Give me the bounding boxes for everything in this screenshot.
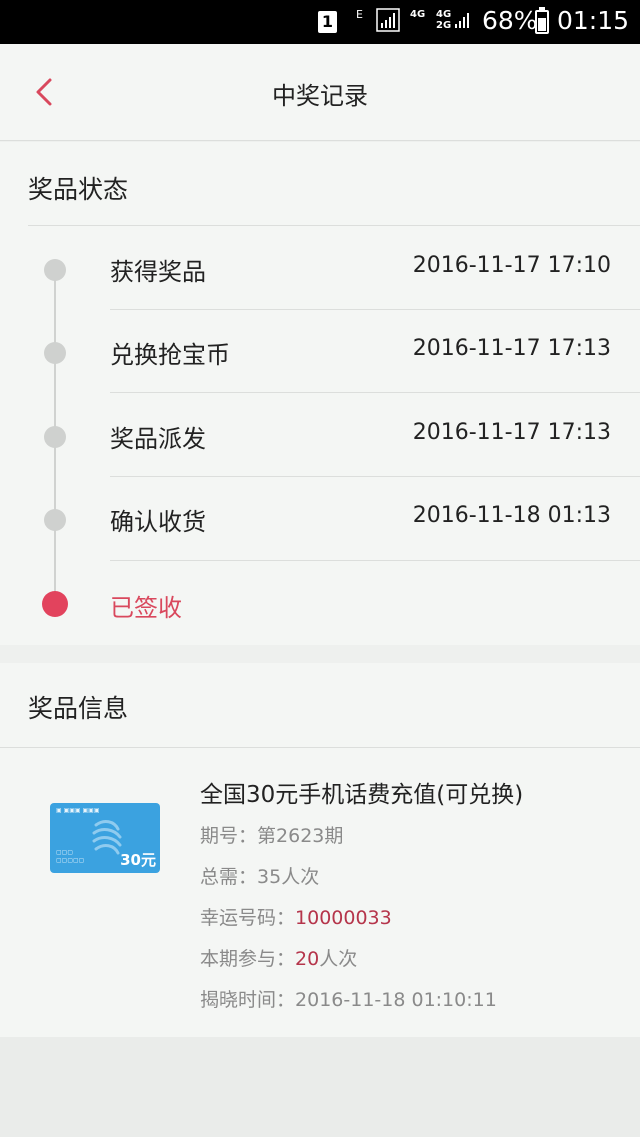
- china-mobile-logo-icon: [92, 820, 122, 855]
- reveal-time-line: 揭晓时间：2016-11-18 01:10:11: [200, 985, 497, 1012]
- join-unit: 人次: [319, 948, 358, 970]
- step-time: 2016-11-17 17:13: [412, 420, 611, 445]
- divider: [110, 392, 640, 393]
- timeline-dot: [44, 342, 66, 364]
- issue-value: 第2623期: [257, 825, 344, 847]
- step-label: 获得奖品: [110, 258, 206, 286]
- lucky-label: 幸运号码：: [200, 907, 296, 929]
- network-4g2g-label: 4G 2G: [436, 9, 451, 31]
- page-background: [0, 1037, 640, 1137]
- issue-line: 期号：第2623期: [200, 821, 343, 848]
- join-count: 20: [295, 948, 320, 970]
- step-label: 确认收货: [110, 508, 206, 536]
- status-bar: 1 E 4G 4G 2G 68% 01:15: [0, 0, 640, 44]
- step-time: 2016-11-17 17:13: [412, 336, 611, 361]
- network-type-label: E: [356, 8, 363, 21]
- signal-bars-icon: [455, 13, 469, 28]
- timeline-dot: [44, 509, 66, 531]
- net-top-label: 4G: [410, 9, 426, 20]
- timeline-dot: [44, 259, 66, 281]
- sim-indicator: 1: [318, 11, 337, 33]
- battery-percent: 68%: [482, 6, 538, 35]
- divider: [110, 560, 640, 561]
- prize-name[interactable]: 全国30元手机话费充值(可兑换): [200, 775, 523, 809]
- step-label-active: 已签收: [110, 594, 182, 622]
- network-4g-label: 4G: [410, 9, 425, 20]
- lucky-number: 10000033: [295, 907, 392, 929]
- divider: [0, 747, 640, 748]
- signal-icon: [376, 8, 400, 32]
- page-title: 中奖记录: [272, 82, 368, 110]
- timeline-dot: [44, 426, 66, 448]
- join-label: 本期参与：: [200, 948, 296, 970]
- nav-header: 中奖记录: [0, 44, 640, 141]
- divider: [110, 476, 640, 477]
- step-time: 2016-11-17 17:10: [412, 253, 611, 278]
- prize-status-section: 奖品状态 获得奖品 2016-11-17 17:10 兑换抢宝币 2016-11…: [0, 142, 640, 645]
- timeline-dot-active: [42, 591, 68, 617]
- divider: [28, 225, 640, 226]
- step-time: 2016-11-18 01:13: [412, 503, 611, 528]
- card-value: 30元: [120, 851, 156, 869]
- section-title: 奖品信息: [28, 694, 129, 723]
- need-label: 总需：: [200, 866, 258, 888]
- step-label: 兑换抢宝币: [110, 341, 230, 369]
- participation-line: 本期参与：20人次: [200, 944, 357, 971]
- reveal-time: 2016-11-18 01:10:11: [295, 989, 497, 1011]
- prize-image[interactable]: ▣ ▣▣▣ ▣▣▣ ▢▢▢ ▢▢▢▢▢ 30元: [50, 803, 160, 873]
- section-title: 奖品状态: [28, 175, 129, 204]
- card-footnote: ▢▢▢ ▢▢▢▢▢: [56, 849, 85, 864]
- net-top-label: 4G: [436, 9, 452, 20]
- battery-icon: [535, 7, 549, 34]
- need-line: 总需：35人次: [200, 862, 319, 889]
- reveal-label: 揭晓时间：: [200, 989, 296, 1011]
- divider: [110, 309, 640, 310]
- card-logos: ▣ ▣▣▣ ▣▣▣: [56, 807, 100, 814]
- clock: 01:15: [557, 6, 630, 35]
- prize-info-section: 奖品信息 ▣ ▣▣▣ ▣▣▣ ▢▢▢ ▢▢▢▢▢ 30元 全国30元手机话费充值(…: [0, 663, 640, 1037]
- net-bottom-label: 2G: [436, 20, 452, 31]
- issue-label: 期号：: [200, 825, 258, 847]
- need-value: 35人次: [257, 866, 320, 888]
- lucky-number-line: 幸运号码：10000033: [200, 903, 392, 930]
- step-label: 奖品派发: [110, 425, 206, 453]
